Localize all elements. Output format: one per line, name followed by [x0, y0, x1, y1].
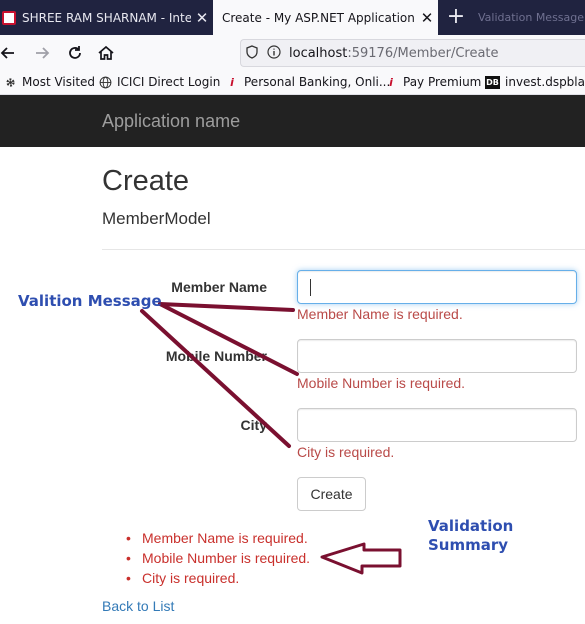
bookmark-personal-banking[interactable]: i Personal Banking, Onli... [225, 75, 390, 89]
app-navbar: Application name [0, 95, 585, 147]
create-button[interactable]: Create [297, 477, 366, 511]
reload-icon [69, 46, 81, 59]
icici-logo-icon: i [230, 75, 234, 89]
city-error: City is required. [297, 444, 395, 460]
annotation-pointer-line [158, 302, 295, 312]
close-icon[interactable]: ✕ [416, 9, 438, 27]
mobile-number-error: Mobile Number is required. [297, 375, 466, 391]
db-logo-icon: DB [485, 75, 500, 89]
bookmark-pay-premium[interactable]: i Pay Premium [384, 75, 481, 89]
summary-item: Member Name is required. [122, 528, 310, 548]
site-favicon-icon [2, 10, 16, 25]
validation-summary: Member Name is required. Mobile Number i… [122, 528, 310, 588]
url-text: localhost:59176/Member/Create [289, 45, 499, 61]
member-name-input[interactable] [297, 270, 577, 304]
navigation-bar: localhost:59176/Member/Create [0, 35, 585, 71]
bookmark-icici-direct[interactable]: ICICI Direct Login [98, 75, 220, 89]
bookmarks-toolbar: Most Visited ICICI Direct Login i Person… [0, 71, 585, 95]
summary-item: City is required. [122, 568, 310, 588]
page-title: Create [102, 165, 190, 197]
mobile-number-label: Mobile Number [165, 348, 267, 364]
tab-create-member[interactable]: Create - My ASP.NET Application ✕ [213, 0, 438, 35]
back-arrow-icon [0, 47, 14, 59]
globe-icon [98, 75, 112, 89]
divider [102, 249, 585, 250]
mobile-number-input[interactable] [297, 339, 577, 373]
shield-icon[interactable] [241, 44, 263, 62]
back-to-list-link[interactable]: Back to List [102, 598, 174, 614]
tab-title: Create - My ASP.NET Application [222, 10, 415, 25]
city-input[interactable] [297, 408, 577, 442]
app-brand-link[interactable]: Application name [102, 111, 240, 132]
new-tab-button[interactable]: + [442, 3, 470, 31]
home-button[interactable] [92, 39, 120, 67]
dragged-tab-ghost: Validation Message and [478, 11, 585, 24]
info-icon[interactable] [263, 44, 285, 62]
model-subtitle: MemberModel [102, 209, 211, 228]
tab-title: SHREE RAM SHARNAM - Intern [22, 10, 191, 25]
validation-summary-annotation-line2: Summary [428, 536, 509, 554]
summary-item: Mobile Number is required. [122, 548, 310, 568]
forward-button[interactable] [28, 39, 56, 67]
validation-summary-annotation-line1: Validation [428, 517, 514, 535]
home-icon [98, 45, 114, 60]
bookmark-most-visited[interactable]: Most Visited [3, 75, 95, 89]
address-bar[interactable]: localhost:59176/Member/Create [240, 39, 585, 67]
city-label: City [240, 417, 267, 433]
gear-icon [3, 75, 17, 89]
tab-strip: SHREE RAM SHARNAM - Intern ✕ Create - My… [0, 0, 585, 35]
annotation-arrow-icon [320, 542, 402, 575]
validation-message-annotation: Valition Message [18, 292, 162, 310]
forward-arrow-icon [36, 47, 50, 59]
text-caret [310, 279, 311, 296]
back-button[interactable] [0, 39, 22, 67]
close-icon[interactable]: ✕ [191, 9, 213, 27]
icici-logo-icon: i [389, 75, 393, 89]
tab-shree-ram-sharnam[interactable]: SHREE RAM SHARNAM - Intern ✕ [0, 0, 213, 35]
bookmark-invest-dspblack[interactable]: DB invest.dspblack [485, 75, 585, 89]
member-name-error: Member Name is required. [297, 306, 463, 322]
reload-button[interactable] [61, 39, 89, 67]
